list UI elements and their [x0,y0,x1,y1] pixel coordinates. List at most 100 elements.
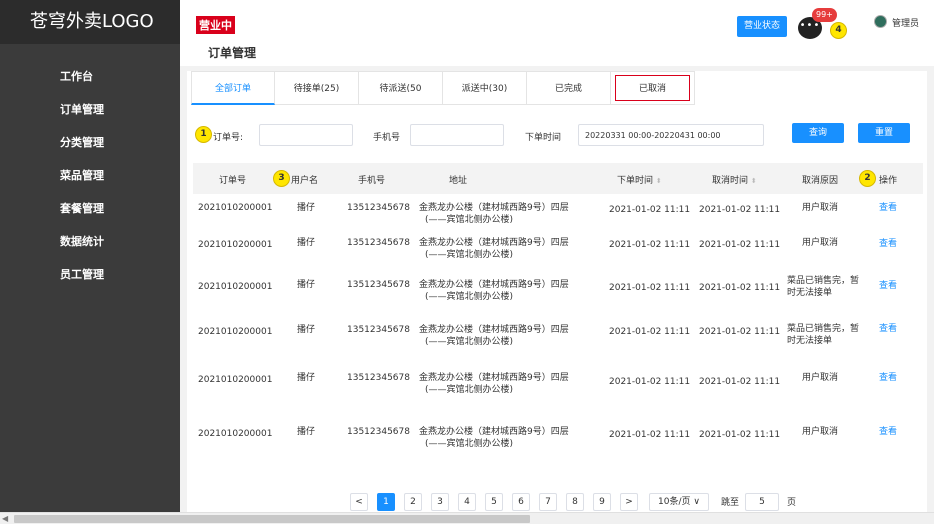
cell-cancel-reason: 用户取消 [802,237,838,249]
next-page-button[interactable]: > [620,493,638,511]
order-number-input[interactable] [259,124,353,146]
tab-to-deliver[interactable]: 待派送(50 [359,71,443,105]
page-button[interactable]: 1 [377,493,395,511]
cell-username: 播仔 [297,238,316,248]
col-order-time[interactable]: 下单时间 ⬍ [617,173,662,186]
cell-phone: 13512345678 [347,238,410,248]
sidebar-item-combos[interactable]: 套餐管理 [0,192,180,225]
cell-order-time: 2021-01-02 11:11 [609,283,691,293]
status-badge: 营业中 [196,16,235,34]
page-button[interactable]: 6 [512,493,530,511]
sort-icon: ⬍ [750,177,757,185]
sidebar-item-statistics[interactable]: 数据统计 [0,225,180,258]
page-title: 订单管理 [208,46,257,60]
page-button[interactable]: 4 [458,493,476,511]
view-link[interactable]: 查看 [879,426,897,438]
reason-line: 用户取消 [802,203,839,213]
sidebar-item-orders[interactable]: 订单管理 [0,93,180,126]
page-button[interactable]: 7 [539,493,557,511]
address-line: 金燕龙办公楼（建材城西路9号）四层 [419,280,569,290]
top-bar: 营业中 订单管理 营业状态 ••• 99+ 4 管理员 [180,0,934,66]
view-link[interactable]: 查看 [879,238,897,250]
tab-all-orders[interactable]: 全部订单 [191,71,275,105]
scrollbar-thumb[interactable] [14,515,530,523]
view-link[interactable]: 查看 [879,372,897,384]
page-button[interactable]: 5 [485,493,503,511]
page-button[interactable]: 8 [566,493,584,511]
business-status-button[interactable]: 营业状态 [737,16,787,37]
prev-page-button[interactable]: < [350,493,368,511]
col-order-number: 订单号 [219,176,247,186]
col-order-time-label: 下单时间 [617,176,654,186]
reset-button[interactable]: 重置 [858,123,910,143]
sidebar-item-employees[interactable]: 员工管理 [0,258,180,291]
reason-line-2: 时无法接单 [787,336,833,346]
cell-phone: 13512345678 [347,427,410,437]
cell-address: 金燕龙办公楼（建材城西路9号）四层 (——宾馆北侧办公楼) [419,324,569,348]
sidebar-menu: 工作台 订单管理 分类管理 菜品管理 套餐管理 数据统计 员工管理 [0,60,180,291]
order-tabs: 全部订单 待接单(25) 待派送(50 派送中(30) 已完成 已取消 [191,71,695,107]
cell-order-time: 2021-01-02 11:11 [609,240,691,250]
col-cancel-reason: 取消原因 [802,176,839,186]
reason-line: 菜品已销售完，暂 [787,324,860,334]
page-button[interactable]: 3 [431,493,449,511]
cell-username: 播仔 [297,427,316,437]
col-username: 用户名 [291,176,319,186]
cell-order-number: 2021010200001 [198,282,273,292]
view-link[interactable]: 查看 [879,323,897,335]
page-button[interactable]: 9 [593,493,611,511]
message-count-badge: 99+ [812,8,837,22]
cell-address: 金燕龙办公楼（建材城西路9号）四层 (——宾馆北侧办公楼) [419,202,569,226]
col-cancel-time-label: 取消时间 [712,176,749,186]
annotation-marker-1: 1 [195,126,212,143]
cell-phone: 13512345678 [347,325,410,335]
admin-name[interactable]: 管理员 [892,16,919,29]
address-line-2: (——宾馆北侧办公楼) [425,385,514,395]
col-actions: 操作 [879,176,898,186]
cell-phone: 13512345678 [347,280,410,290]
horizontal-scrollbar[interactable]: ◀ [0,512,934,524]
cell-cancel-time: 2021-01-02 11:11 [699,283,781,293]
address-line-2: (——宾馆北侧办公楼) [425,215,514,225]
cell-order-time: 2021-01-02 11:11 [609,430,691,440]
view-link[interactable]: 查看 [879,280,897,292]
annotation-marker-4: 4 [830,22,847,39]
phone-input[interactable] [410,124,504,146]
reason-line: 用户取消 [802,373,839,383]
cell-cancel-reason: 用户取消 [802,372,838,384]
address-line: 金燕龙办公楼（建材城西路9号）四层 [419,373,569,383]
search-button[interactable]: 查询 [792,123,844,143]
view-link[interactable]: 查看 [879,202,897,214]
avatar[interactable] [874,15,887,28]
cell-username: 播仔 [297,280,316,290]
sidebar-item-dishes[interactable]: 菜品管理 [0,159,180,192]
jump-page-input[interactable]: 5 [745,493,779,511]
tab-pending[interactable]: 待接单(25) [275,71,359,105]
address-line: 金燕龙办公楼（建材城西路9号）四层 [419,238,569,248]
tab-delivering[interactable]: 派送中(30) [443,71,527,105]
order-time-range-input[interactable] [578,124,764,146]
col-cancel-time[interactable]: 取消时间 ⬍ [712,173,757,186]
cell-cancel-reason: 用户取消 [802,202,838,214]
sort-icon: ⬍ [655,177,662,185]
cell-cancel-time: 2021-01-02 11:11 [699,430,781,440]
tab-cancelled[interactable]: 已取消 [611,71,695,105]
cell-order-time: 2021-01-02 11:11 [609,377,691,387]
scroll-left-icon[interactable]: ◀ [2,514,8,523]
page-button[interactable]: 2 [404,493,422,511]
tab-completed[interactable]: 已完成 [527,71,611,105]
cell-address: 金燕龙办公楼（建材城西路9号）四层 (——宾馆北侧办公楼) [419,279,569,303]
page-unit-label: 页 [787,498,797,508]
cell-order-number: 2021010200001 [198,240,273,250]
page-size-select[interactable]: 10条/页 ∨ [649,493,709,511]
sidebar: 苍穹外卖LOGO 工作台 订单管理 分类管理 菜品管理 套餐管理 数据统计 员工… [0,0,180,512]
address-line-2: (——宾馆北侧办公楼) [425,439,514,449]
sidebar-item-categories[interactable]: 分类管理 [0,126,180,159]
address-line: 金燕龙办公楼（建材城西路9号）四层 [419,325,569,335]
address-line-2: (——宾馆北侧办公楼) [425,250,514,260]
order-number-label: 订单号: [213,133,244,143]
sidebar-item-dashboard[interactable]: 工作台 [0,60,180,93]
cell-address: 金燕龙办公楼（建材城西路9号）四层 (——宾馆北侧办公楼) [419,426,569,450]
table-header: 订单号 3 用户名 手机号 地址 下单时间 ⬍ 取消时间 ⬍ 取消原因 2 操作 [193,163,923,194]
reason-line-2: 时无法接单 [787,288,833,298]
